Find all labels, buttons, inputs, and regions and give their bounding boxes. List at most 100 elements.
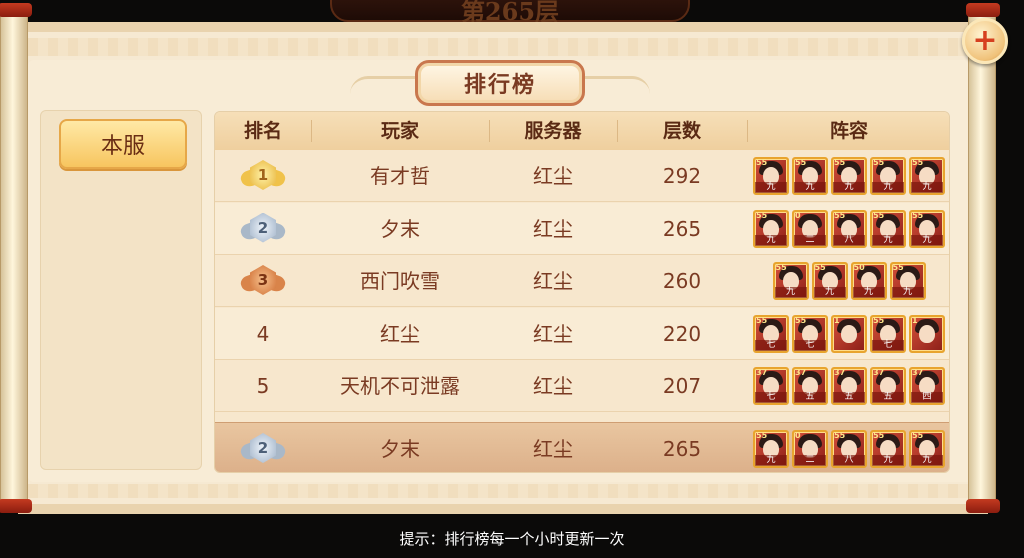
lineup: 37 七 37 五 37 五 37 五 37 四	[747, 360, 949, 412]
hero-star-rank: 四	[911, 392, 943, 403]
server-name: 红尘	[533, 321, 573, 346]
hero-level: 37	[873, 368, 885, 377]
rank-number: 4	[256, 321, 270, 346]
hero-star-rank: 九	[891, 287, 924, 298]
hero-level: 55	[912, 431, 924, 440]
hero-face	[841, 324, 857, 343]
player-name: 夕末	[380, 216, 420, 241]
hero-level: 55	[756, 210, 768, 220]
hero-level: 55	[756, 158, 768, 167]
rod-cap	[966, 3, 1000, 17]
silver-medal-icon: 2	[238, 431, 288, 467]
bronze-medal-icon: 3	[238, 263, 288, 299]
hero-portrait[interactable]: 55 九	[831, 157, 867, 195]
hero-star-rank: 七	[755, 392, 787, 403]
hero-level: 55	[873, 158, 885, 167]
hero-level: 55	[873, 431, 885, 440]
hero-level: 55	[873, 315, 885, 325]
hero-level: 55	[814, 263, 826, 272]
hero-portrait[interactable]: 37 七	[753, 367, 789, 405]
hero-portrait[interactable]: 55 八	[831, 209, 867, 248]
hero-portrait[interactable]: 55 九	[870, 209, 906, 248]
hero-portrait[interactable]: 55 七	[753, 314, 789, 353]
hero-star-rank: 八	[833, 234, 865, 246]
hero-portrait[interactable]: 55 九	[753, 209, 789, 248]
silver-medal-icon: 2	[238, 211, 288, 247]
server-name: 红尘	[533, 374, 573, 398]
hero-level: 55	[912, 210, 924, 220]
hero-portrait[interactable]: 0二	[792, 209, 828, 248]
hero-portrait[interactable]: 55 八	[831, 430, 867, 468]
hero-portrait[interactable]: 55 九	[909, 430, 945, 468]
hero-portrait[interactable]: 37 五	[831, 367, 867, 405]
page-title: 排行榜	[415, 60, 585, 106]
hero-portrait[interactable]: 55 九	[889, 262, 926, 300]
hero-portrait[interactable]: 55 九	[870, 157, 906, 195]
hero-portrait[interactable]: 55 九	[909, 157, 945, 195]
rod-cap	[0, 499, 32, 513]
hero-level: 55	[834, 158, 846, 167]
hero-portrait[interactable]: 55 九	[870, 430, 906, 468]
rank-medal: 3	[215, 255, 311, 307]
hero-portrait[interactable]: 55 九	[792, 157, 828, 195]
hero-portrait[interactable]: 55 九	[909, 209, 945, 248]
ranking-table: 排名 玩家 服务器 层数 阵容 1 有才哲 红尘 292 55 九 55 九 55 九 55 九 55 九…	[214, 111, 950, 473]
hero-level: 37	[756, 368, 768, 377]
hero-portrait[interactable]: 50 九	[850, 262, 887, 300]
hero-level: 55	[775, 263, 787, 272]
scroll-rod-left	[0, 3, 32, 513]
hero-portrait[interactable]: 55 九	[811, 262, 848, 300]
rank-medal: 2	[215, 203, 311, 255]
rod-cap	[966, 499, 1000, 513]
tab-local-server[interactable]: 本服	[59, 119, 187, 169]
hero-portrait[interactable]: 55 九	[772, 262, 809, 300]
hero-portrait[interactable]: 55 七	[870, 314, 906, 353]
lineup: 55 九 55 九 50 九 55 九	[747, 255, 949, 307]
header-server: 服务器	[524, 120, 582, 142]
floor-count: 220	[662, 321, 702, 346]
hero-level: 0	[795, 431, 801, 440]
table-row[interactable]: 3 西门吹雪 红尘 260 55 九 55 九 50 九 55 九	[215, 255, 949, 307]
hero-star-rank: 八	[833, 455, 865, 466]
header-floor: 层数	[662, 120, 701, 142]
player-name: 夕末	[380, 437, 420, 461]
table-row[interactable]: 5 天机不可泄露 红尘 207 37 七 37 五 37 五 37 五 37 四	[215, 360, 949, 412]
hero-portrait[interactable]: 0二	[792, 430, 828, 468]
hero-star-rank: 九	[755, 234, 787, 246]
hero-star-rank: 二	[794, 234, 826, 246]
rank-number: 5	[256, 374, 270, 398]
rod-cap	[0, 3, 32, 17]
hero-star-rank: 九	[872, 234, 904, 246]
player-name: 有才哲	[370, 164, 430, 188]
title-area: 排行榜	[350, 56, 650, 108]
hero-star-rank: 九	[755, 182, 787, 193]
hero-star-rank: 九	[774, 287, 807, 298]
hero-portrait[interactable]: 1	[831, 314, 867, 353]
rank-medal: 2	[215, 423, 311, 472]
table-row[interactable]: 1 有才哲 红尘 292 55 九 55 九 55 九 55 九 55 九	[215, 150, 949, 202]
hero-star-rank: 九	[872, 182, 904, 193]
hero-star-rank: 五	[833, 392, 865, 403]
lineup: 55 九 0 二 55 八 55 九 55 九	[747, 203, 949, 255]
floor-count: 292	[662, 164, 702, 188]
hero-portrait[interactable]: 1	[909, 314, 945, 353]
hero-level: 0	[795, 210, 801, 220]
hero-star-rank: 五	[794, 392, 826, 403]
server-name: 红尘	[533, 164, 573, 188]
table-header: 排名 玩家 服务器 层数 阵容	[215, 112, 949, 150]
hero-level: 55	[795, 158, 807, 167]
server-name: 红尘	[533, 269, 573, 293]
hero-portrait[interactable]: 55 九	[753, 157, 789, 195]
my-rank-row[interactable]: 2 夕末 红尘 265 55 九 0 二 55 八 55 九 55 九	[215, 422, 949, 472]
hero-portrait[interactable]: 55 七	[792, 314, 828, 353]
hero-portrait[interactable]: 55 九	[753, 430, 789, 468]
hero-portrait[interactable]: 37 五	[792, 367, 828, 405]
hero-portrait[interactable]: 37 四	[909, 367, 945, 405]
table-row[interactable]: 2 夕末 红尘 265 55 九 0 二 55 八 55 九 55 九	[215, 202, 949, 255]
hero-star-rank: 七	[755, 339, 787, 351]
table-row[interactable]: 4 红尘 红尘 220 55 七 55 七 1 55 七 1	[215, 307, 949, 360]
hero-portrait[interactable]: 37 五	[870, 367, 906, 405]
hero-star-rank: 九	[833, 182, 865, 193]
plus-button[interactable]: +	[962, 18, 1008, 64]
hero-level: 37	[912, 368, 924, 377]
